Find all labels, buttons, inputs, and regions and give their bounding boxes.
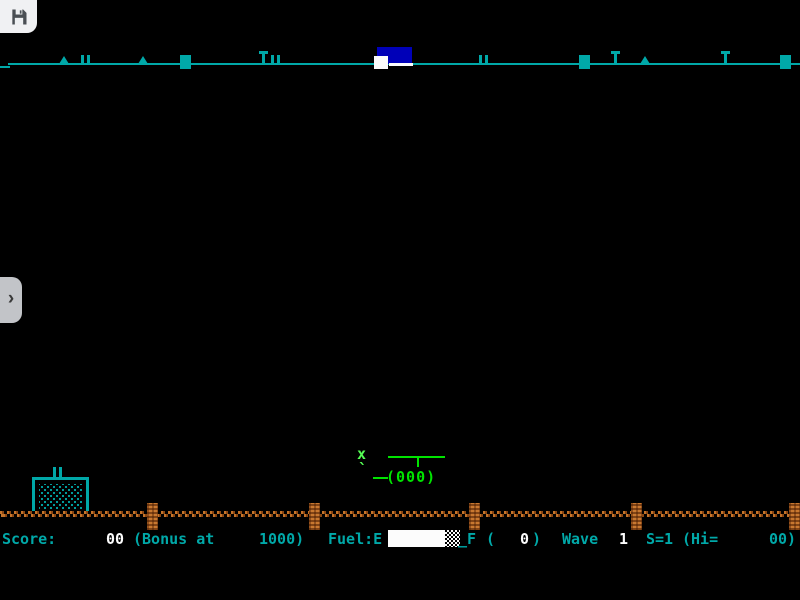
radar-line-stub <box>0 66 10 68</box>
fuel-gauge-fill <box>388 530 445 547</box>
tank-fill-pattern <box>39 484 83 510</box>
fuel-count-value: 0 <box>520 530 529 548</box>
game-screen[interactable]: x ` (000) Score: 00 (Bonus at 1000) Fuel… <box>0 0 800 600</box>
fuel-end-label: _F <box>458 530 476 548</box>
ground-post <box>631 503 642 530</box>
bonus-label: (Bonus at <box>133 530 214 548</box>
ships-label: S=1 <box>646 530 673 548</box>
radar-blip-bars <box>479 55 488 64</box>
save-button[interactable] <box>0 0 37 33</box>
radar-blip-square <box>780 55 791 69</box>
tank-left-wall <box>32 477 35 511</box>
fuel-count-close: ) <box>532 530 541 548</box>
chevron-right-icon: › <box>8 288 14 310</box>
radar-blip-triangle <box>138 56 148 64</box>
bonus-value: 1000) <box>259 530 304 548</box>
radar-blip-tee <box>262 51 265 64</box>
ground-post <box>789 503 800 530</box>
lander-tick: ` <box>358 464 368 476</box>
radar-player-marker <box>374 56 388 69</box>
ground-post <box>309 503 320 530</box>
tank-top-edge <box>32 477 89 480</box>
tank-chimney <box>53 467 56 477</box>
fuel-label: Fuel:E <box>328 530 382 548</box>
score-label: Score: <box>2 530 56 548</box>
lander-mast <box>417 456 419 467</box>
radar-blip-square <box>180 55 191 69</box>
radar-blip-tee <box>614 51 617 64</box>
radar-blip-tee <box>724 51 727 64</box>
score-value: 00 <box>106 530 124 548</box>
hi-label: (Hi= <box>682 530 718 548</box>
tank-chimney <box>59 467 62 477</box>
tank-right-wall <box>86 477 89 511</box>
radar-blip-triangle <box>640 56 650 64</box>
wave-value: 1 <box>619 530 628 548</box>
sidebar-toggle-button[interactable]: › <box>0 277 22 323</box>
radar-viewport-underline <box>389 63 413 66</box>
lander-body: (000) <box>386 469 436 485</box>
floppy-disk-icon <box>9 7 29 27</box>
radar-blip-square <box>579 55 590 69</box>
radar-blip-triangle <box>59 56 69 64</box>
ground-texture-row <box>0 514 800 517</box>
radar-blip-bars <box>271 55 280 64</box>
fuel-count-open: ( <box>486 530 495 548</box>
status-bar: Score: 00 (Bonus at 1000) Fuel:E _F ( 0 … <box>0 528 800 550</box>
hi-value: 00) <box>769 530 796 548</box>
ground-post <box>147 503 158 530</box>
radar-blip-bars <box>81 55 90 64</box>
wave-label: Wave <box>562 530 598 548</box>
ground-post <box>469 503 480 530</box>
